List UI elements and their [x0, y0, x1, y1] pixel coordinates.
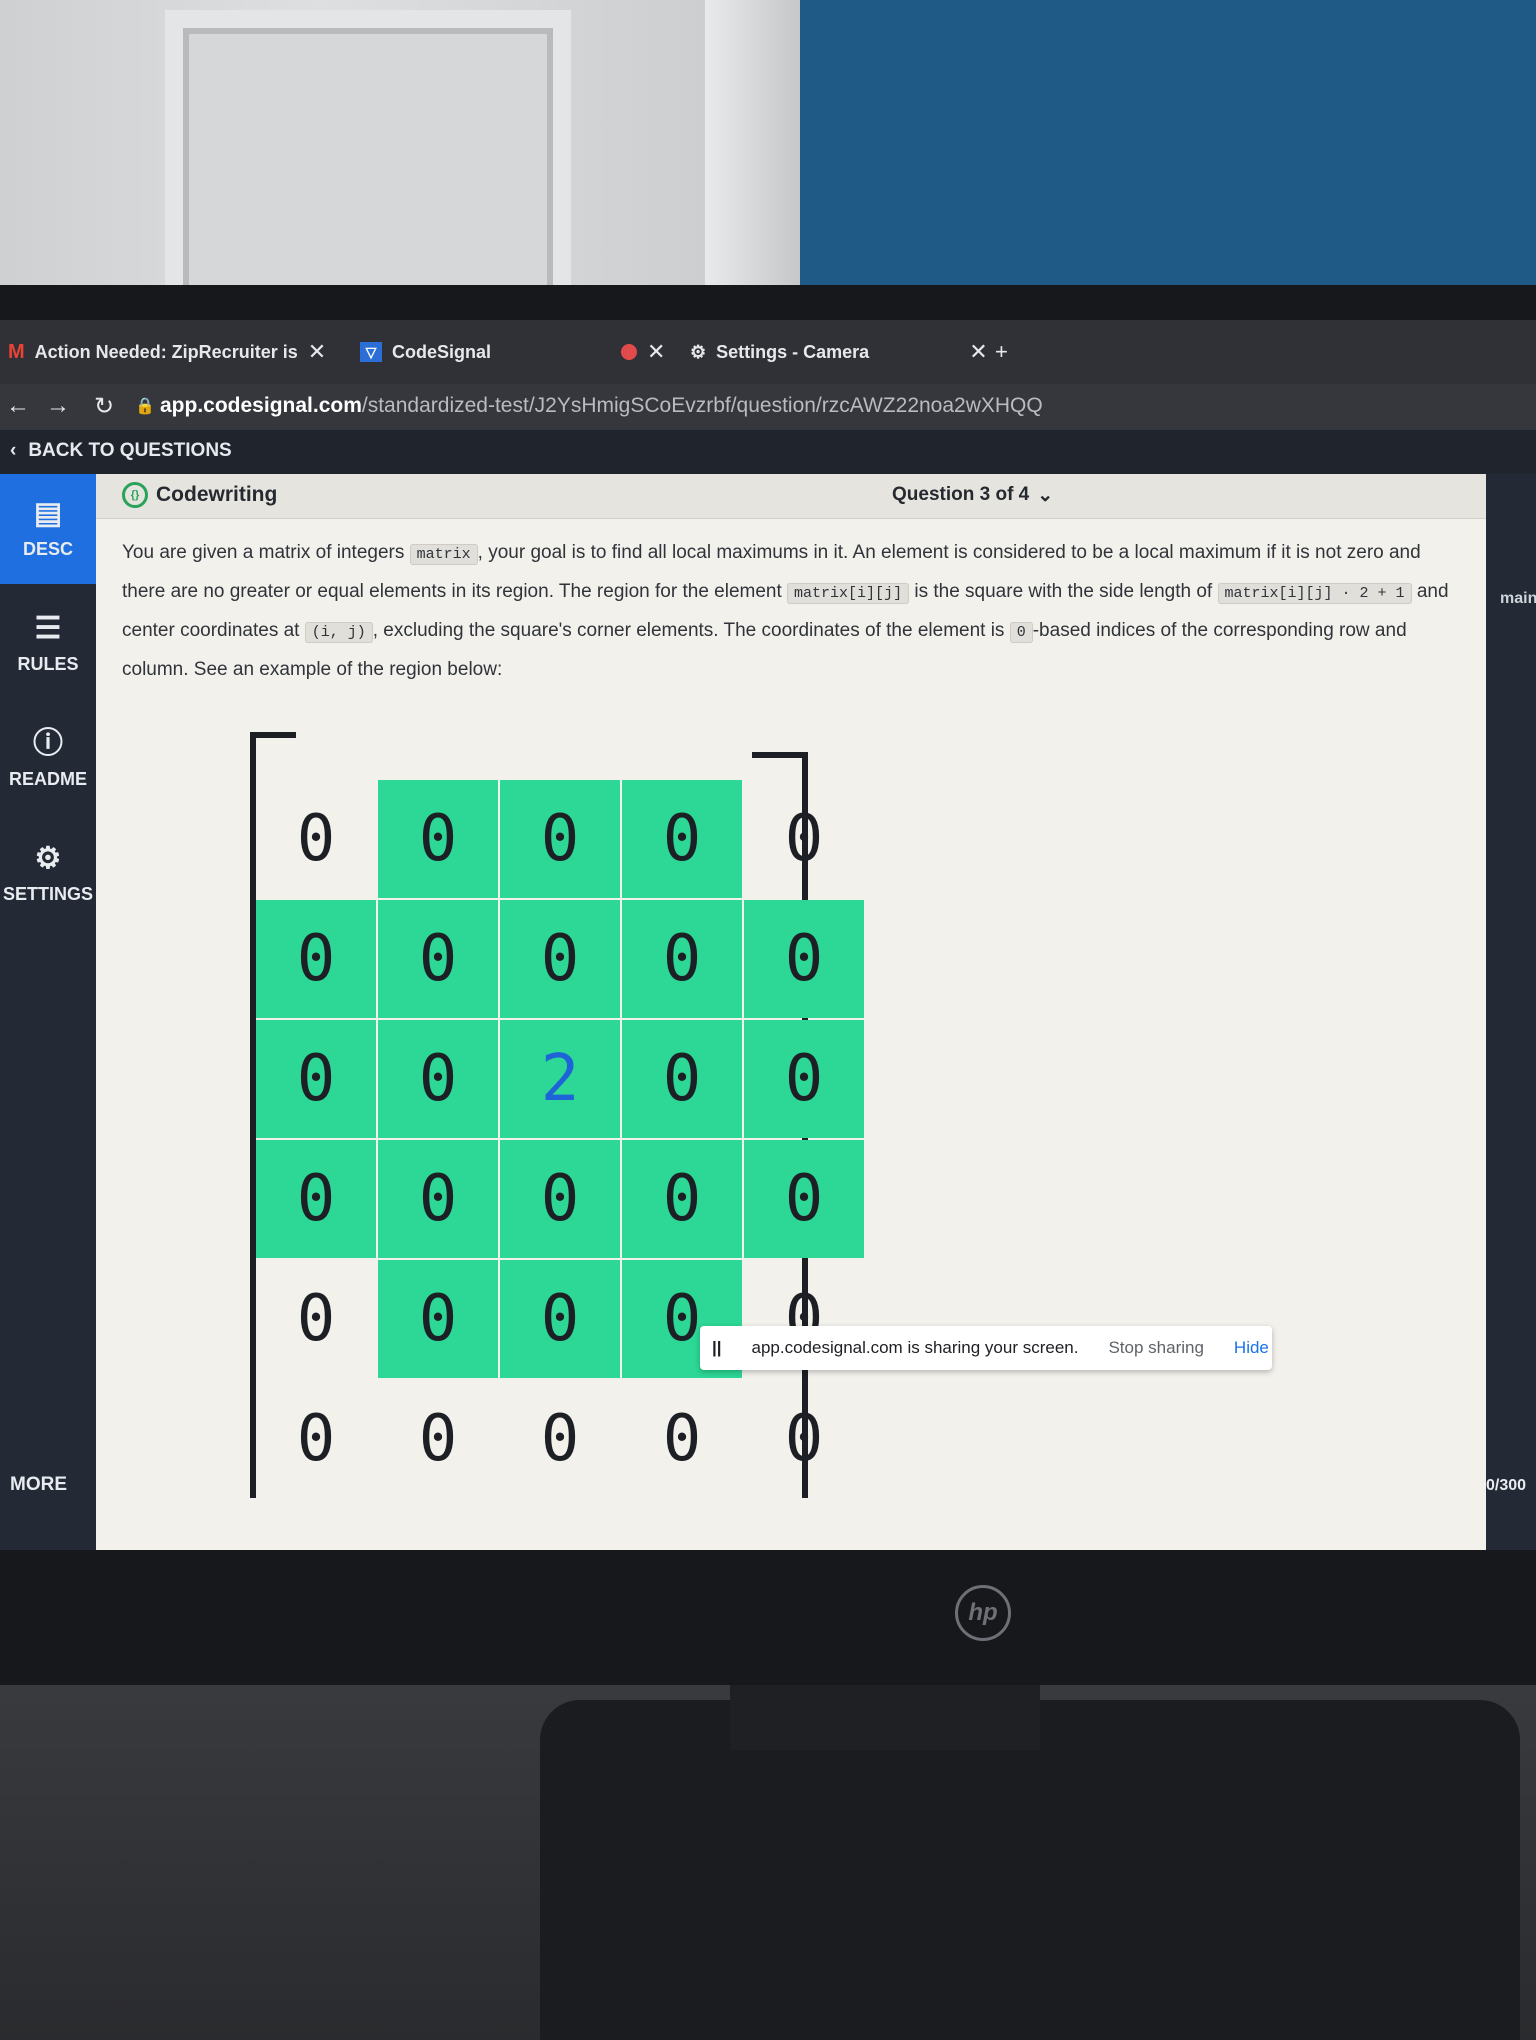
- app-header: ‹ BACK TO QUESTIONS: [0, 430, 1536, 474]
- sidebar-more-button[interactable]: MORE: [10, 1474, 67, 1496]
- matrix-cell: 0: [784, 802, 824, 876]
- matrix-cell: 0: [744, 900, 864, 1018]
- matrix-cell: 0: [540, 1402, 580, 1476]
- plus-icon: +: [995, 339, 1008, 364]
- matrix-cell: 0: [744, 1020, 864, 1138]
- url-field[interactable]: app.codesignal.com/standardized-test/J2Y…: [160, 394, 1043, 418]
- matrix-cell: 0: [500, 900, 620, 1018]
- title-label: Codewriting: [156, 483, 278, 506]
- gear-icon: ⚙: [690, 341, 707, 362]
- info-icon: ⓘ: [33, 726, 63, 760]
- editor-tab-label[interactable]: main: [1500, 590, 1536, 608]
- gmail-icon: M: [8, 340, 25, 363]
- desc-text: is the square with the side length of: [914, 581, 1213, 602]
- matrix-cell: 0: [296, 1282, 336, 1356]
- document-icon: ▤: [33, 496, 63, 530]
- inline-code: matrix: [409, 544, 478, 565]
- close-icon[interactable]: ✕: [308, 339, 326, 365]
- tab-codesignal[interactable]: ▽ CodeSignal ✕: [360, 330, 665, 374]
- matrix-cell: 0: [418, 1402, 458, 1476]
- url-host: app.codesignal.com: [160, 394, 362, 417]
- matrix-cell: 0: [378, 900, 498, 1018]
- close-icon[interactable]: ✕: [647, 339, 665, 365]
- question-content: {} Codewriting Question 3 of 4 ⌄ You are…: [96, 474, 1486, 1550]
- sidebar-item-rules[interactable]: ☰ RULES: [0, 589, 96, 699]
- char-counter: 0/300: [1486, 1477, 1527, 1494]
- matrix-cell: 0: [378, 1260, 498, 1378]
- monitor-stand-base: [540, 1700, 1520, 2040]
- matrix-cell: 0: [784, 1402, 824, 1476]
- tab-label: Action Needed: ZipRecruiter is: [34, 341, 298, 362]
- tab-label: CodeSignal: [392, 341, 492, 362]
- matrix-cell: 0: [500, 1260, 620, 1378]
- sidebar-item-readme[interactable]: ⓘ README: [0, 704, 96, 814]
- list-icon: ☰: [34, 611, 62, 645]
- matrix-cell: 0: [744, 1140, 864, 1258]
- chevron-left-icon: ‹: [10, 440, 17, 461]
- door-frame: [705, 0, 800, 330]
- inline-code: 0: [1009, 622, 1033, 643]
- matrix-cell: 0: [378, 780, 498, 898]
- new-tab-button[interactable]: +: [995, 330, 1008, 374]
- screen-share-bar: || app.codesignal.com is sharing your sc…: [700, 1326, 1272, 1370]
- content-header: {} Codewriting Question 3 of 4 ⌄: [96, 474, 1486, 519]
- screen: M Action Needed: ZipRecruiter is ✕ ▽ Cod…: [0, 320, 1536, 1550]
- close-icon[interactable]: ✕: [969, 339, 987, 365]
- desc-text: You are given a matrix of integers: [122, 542, 405, 563]
- question-selector[interactable]: Question 3 of 4 ⌄: [892, 484, 1053, 507]
- gear-icon: ⚙: [34, 841, 62, 875]
- pause-icon: ||: [712, 1338, 722, 1357]
- address-bar: ← → ↻ 🔒 app.codesignal.com/standardized-…: [0, 384, 1536, 430]
- sidebar-item-settings[interactable]: ⚙ SETTINGS: [0, 819, 96, 929]
- tab-ziprecruiter[interactable]: M Action Needed: ZipRecruiter is ✕: [8, 330, 326, 374]
- matrix-cell: 0: [296, 1402, 336, 1476]
- inline-code: matrix[i][j] · 2 + 1: [1217, 583, 1412, 604]
- url-path: /standardized-test/J2YsHmigSCoEvzrbf/que…: [361, 394, 1043, 417]
- matrix-cell: 0: [662, 1402, 702, 1476]
- sidebar-item-label: README: [8, 768, 87, 789]
- sidebar-item-label: DESC: [22, 538, 73, 559]
- lock-icon: 🔒: [135, 398, 155, 415]
- matrix-cell: 0: [622, 1140, 742, 1258]
- chevron-down-icon: ⌄: [1037, 485, 1054, 506]
- tab-label: Settings - Camera: [716, 341, 870, 362]
- matrix-cell: 0: [500, 780, 620, 898]
- hide-button[interactable]: Hide: [1234, 1338, 1269, 1358]
- matrix-cell: 0: [378, 1020, 498, 1138]
- recording-icon: [621, 344, 638, 360]
- matrix-cell: 0: [622, 1020, 742, 1138]
- stop-sharing-button[interactable]: Stop sharing: [1108, 1338, 1203, 1358]
- browser-tabbar: M Action Needed: ZipRecruiter is ✕ ▽ Cod…: [0, 320, 1536, 384]
- sidebar-item-desc[interactable]: ▤ DESC: [0, 474, 96, 584]
- matrix-cell: 0: [500, 1140, 620, 1258]
- sidebar-item-label: SETTINGS: [2, 883, 93, 904]
- page-title: {} Codewriting: [122, 482, 277, 508]
- share-message: app.codesignal.com is sharing your scree…: [751, 1338, 1079, 1357]
- matrix-cell: 0: [296, 802, 336, 876]
- matrix-cell: 0: [622, 780, 742, 898]
- back-arrow-icon[interactable]: ←: [6, 392, 30, 420]
- codesignal-icon: ▽: [360, 342, 382, 362]
- back-to-questions-link[interactable]: ‹ BACK TO QUESTIONS: [10, 440, 232, 462]
- editor-panel: main 0/300: [1486, 474, 1536, 1550]
- tab-settings-camera[interactable]: ⚙ Settings - Camera ✕: [690, 330, 988, 374]
- matrix-cell: 2: [500, 1020, 620, 1138]
- question-selector-label: Question 3 of 4: [892, 484, 1030, 505]
- sidebar: ▤ DESC ☰ RULES ⓘ README ⚙ SETTINGS MORE: [0, 474, 96, 1550]
- matrix-cell: 0: [256, 900, 376, 1018]
- back-label: BACK TO QUESTIONS: [28, 440, 232, 461]
- forward-arrow-icon[interactable]: →: [46, 392, 70, 420]
- matrix-cell: 0: [622, 900, 742, 1018]
- code-icon: {}: [122, 482, 148, 508]
- matrix-cell: 0: [256, 1020, 376, 1138]
- reload-icon[interactable]: ↻: [94, 392, 114, 421]
- sidebar-item-label: RULES: [17, 653, 79, 674]
- matrix-cell: 0: [256, 1140, 376, 1258]
- inline-code: matrix[i][j]: [787, 583, 910, 604]
- matrix-cell: 0: [378, 1140, 498, 1258]
- hp-logo: hp: [955, 1585, 1011, 1641]
